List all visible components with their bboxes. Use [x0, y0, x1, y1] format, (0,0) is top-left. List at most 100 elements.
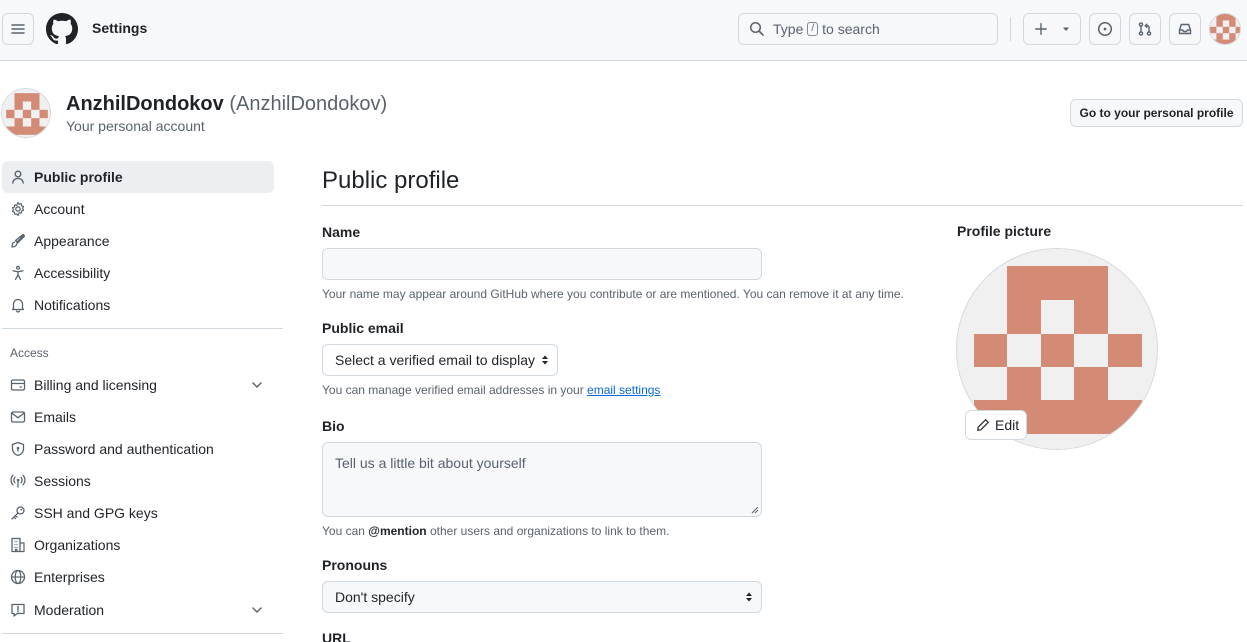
sidebar-item-emails[interactable]: Emails	[2, 401, 274, 433]
select-arrows-icon	[746, 592, 752, 602]
git-pull-request-icon	[1138, 22, 1152, 36]
sidebar-item-enterprises[interactable]: Enterprises	[2, 561, 274, 593]
go-to-profile-button[interactable]: Go to your personal profile	[1070, 99, 1243, 127]
url-label: URL	[322, 630, 351, 642]
title-divider	[322, 205, 1243, 206]
report-icon	[10, 602, 26, 618]
bell-icon	[10, 297, 26, 313]
sidebar-item-billing[interactable]: Billing and licensing	[2, 369, 274, 401]
identicon-avatar	[2, 89, 50, 137]
sidebar-divider	[2, 633, 283, 634]
sidebar-item-label: Account	[34, 201, 85, 217]
mail-icon	[10, 409, 26, 425]
public-email-selected-value: Select a verified email to display	[335, 352, 535, 368]
user-avatar-button[interactable]	[1209, 13, 1241, 45]
hamburger-menu-button[interactable]	[2, 13, 34, 45]
bio-label: Bio	[322, 418, 345, 434]
sidebar-item-label: Accessibility	[34, 265, 111, 281]
search-input[interactable]: Type / to search	[738, 13, 998, 45]
account-name[interactable]: AnzhilDondokov (AnzhilDondokov)	[66, 93, 387, 116]
bio-note: You can @mention other users and organiz…	[322, 524, 669, 538]
identicon-avatar	[1210, 14, 1240, 44]
sidebar-item-public-profile[interactable]: Public profile	[2, 161, 274, 193]
header-divider	[1010, 17, 1011, 41]
public-email-select[interactable]: Select a verified email to display	[322, 344, 558, 376]
bio-textarea[interactable]: Tell us a little bit about yourself	[322, 442, 762, 517]
key-icon	[10, 505, 26, 521]
pencil-icon	[977, 419, 989, 431]
github-logo-icon[interactable]	[46, 13, 78, 45]
plus-icon	[1035, 23, 1047, 35]
sidebar-item-appearance[interactable]: Appearance	[2, 225, 274, 257]
pull-requests-button[interactable]	[1129, 13, 1161, 45]
sidebar-item-ssh-gpg-keys[interactable]: SSH and GPG keys	[2, 497, 274, 529]
name-note: Your name may appear around GitHub where…	[322, 287, 904, 301]
sidebar-item-organizations[interactable]: Organizations	[2, 529, 274, 561]
organization-icon	[10, 537, 26, 553]
issues-button[interactable]	[1089, 13, 1121, 45]
person-icon	[10, 169, 26, 185]
public-email-label: Public email	[322, 320, 404, 336]
pronouns-selected-value: Don't specify	[335, 589, 415, 605]
chevron-down-icon[interactable]	[250, 378, 264, 392]
sidebar-group-heading-access: Access	[10, 346, 49, 360]
sidebar-item-label: Notifications	[34, 297, 111, 313]
chevron-down-icon[interactable]	[250, 603, 264, 617]
sidebar-item-sessions[interactable]: Sessions	[2, 465, 274, 497]
sidebar-item-accessibility[interactable]: Accessibility	[2, 257, 274, 289]
sidebar-item-label: Enterprises	[34, 569, 105, 585]
sidebar-item-label: Billing and licensing	[34, 377, 157, 393]
sidebar-item-moderation[interactable]: Moderation	[2, 594, 274, 626]
name-label: Name	[322, 224, 361, 240]
broadcast-icon	[10, 473, 26, 489]
account-login: (AnzhilDondokov)	[229, 93, 388, 115]
sidebar-item-password-authentication[interactable]: Password and authentication	[2, 433, 274, 465]
page-title: Public profile	[322, 167, 460, 194]
shield-lock-icon	[10, 441, 26, 457]
issue-opened-icon	[1097, 21, 1113, 37]
sidebar-item-notifications[interactable]: Notifications	[2, 289, 274, 321]
sidebar-item-account[interactable]: Account	[2, 193, 274, 225]
email-settings-link[interactable]: email settings	[587, 383, 660, 397]
sidebar-item-label: Password and authentication	[34, 441, 214, 457]
bio-note-mention: @mention	[368, 524, 427, 538]
paintbrush-icon	[10, 233, 26, 249]
hamburger-icon	[11, 24, 25, 34]
select-arrows-icon	[542, 355, 548, 365]
inbox-button[interactable]	[1169, 13, 1201, 45]
gear-icon	[10, 201, 26, 217]
sidebar-item-label: Appearance	[34, 233, 110, 249]
account-display-name: AnzhilDondokov	[66, 93, 224, 115]
sidebar-divider	[2, 328, 283, 329]
public-email-note: You can manage verified email addresses …	[322, 383, 660, 397]
edit-label: Edit	[995, 417, 1020, 433]
top-bar: Settings Type / to search	[0, 0, 1247, 61]
pronouns-select[interactable]: Don't specify	[322, 581, 762, 613]
triangle-down-icon	[1063, 27, 1069, 31]
edit-profile-picture-button[interactable]: Edit	[965, 410, 1027, 440]
public-email-note-text: You can manage verified email addresses …	[322, 383, 588, 397]
create-new-button[interactable]	[1023, 13, 1081, 45]
search-text-before: Type	[773, 21, 804, 37]
sidebar-item-label: Public profile	[34, 169, 123, 185]
resize-grip-icon[interactable]	[751, 506, 759, 514]
account-avatar	[1, 88, 51, 138]
sidebar-item-label: Emails	[34, 409, 77, 425]
account-subtitle: Your personal account	[66, 118, 205, 134]
search-icon	[749, 21, 764, 36]
sidebar-item-label: Moderation	[34, 602, 105, 618]
bio-note-prefix: You can	[322, 524, 369, 538]
search-text-after: to search	[822, 21, 880, 37]
breadcrumb[interactable]: Settings	[92, 20, 147, 36]
profile-picture-label: Profile picture	[957, 223, 1052, 239]
bio-note-suffix: other users and organizations to link to…	[426, 524, 670, 538]
name-input[interactable]	[322, 248, 762, 280]
inbox-icon	[1178, 23, 1192, 35]
accessibility-icon	[10, 265, 26, 281]
sidebar-item-label: SSH and GPG keys	[34, 505, 158, 521]
pronouns-label: Pronouns	[322, 557, 388, 573]
globe-icon	[10, 569, 26, 585]
search-shortcut-key: /	[807, 22, 819, 36]
credit-card-icon	[10, 377, 26, 393]
sidebar-item-label: Organizations	[34, 537, 121, 553]
